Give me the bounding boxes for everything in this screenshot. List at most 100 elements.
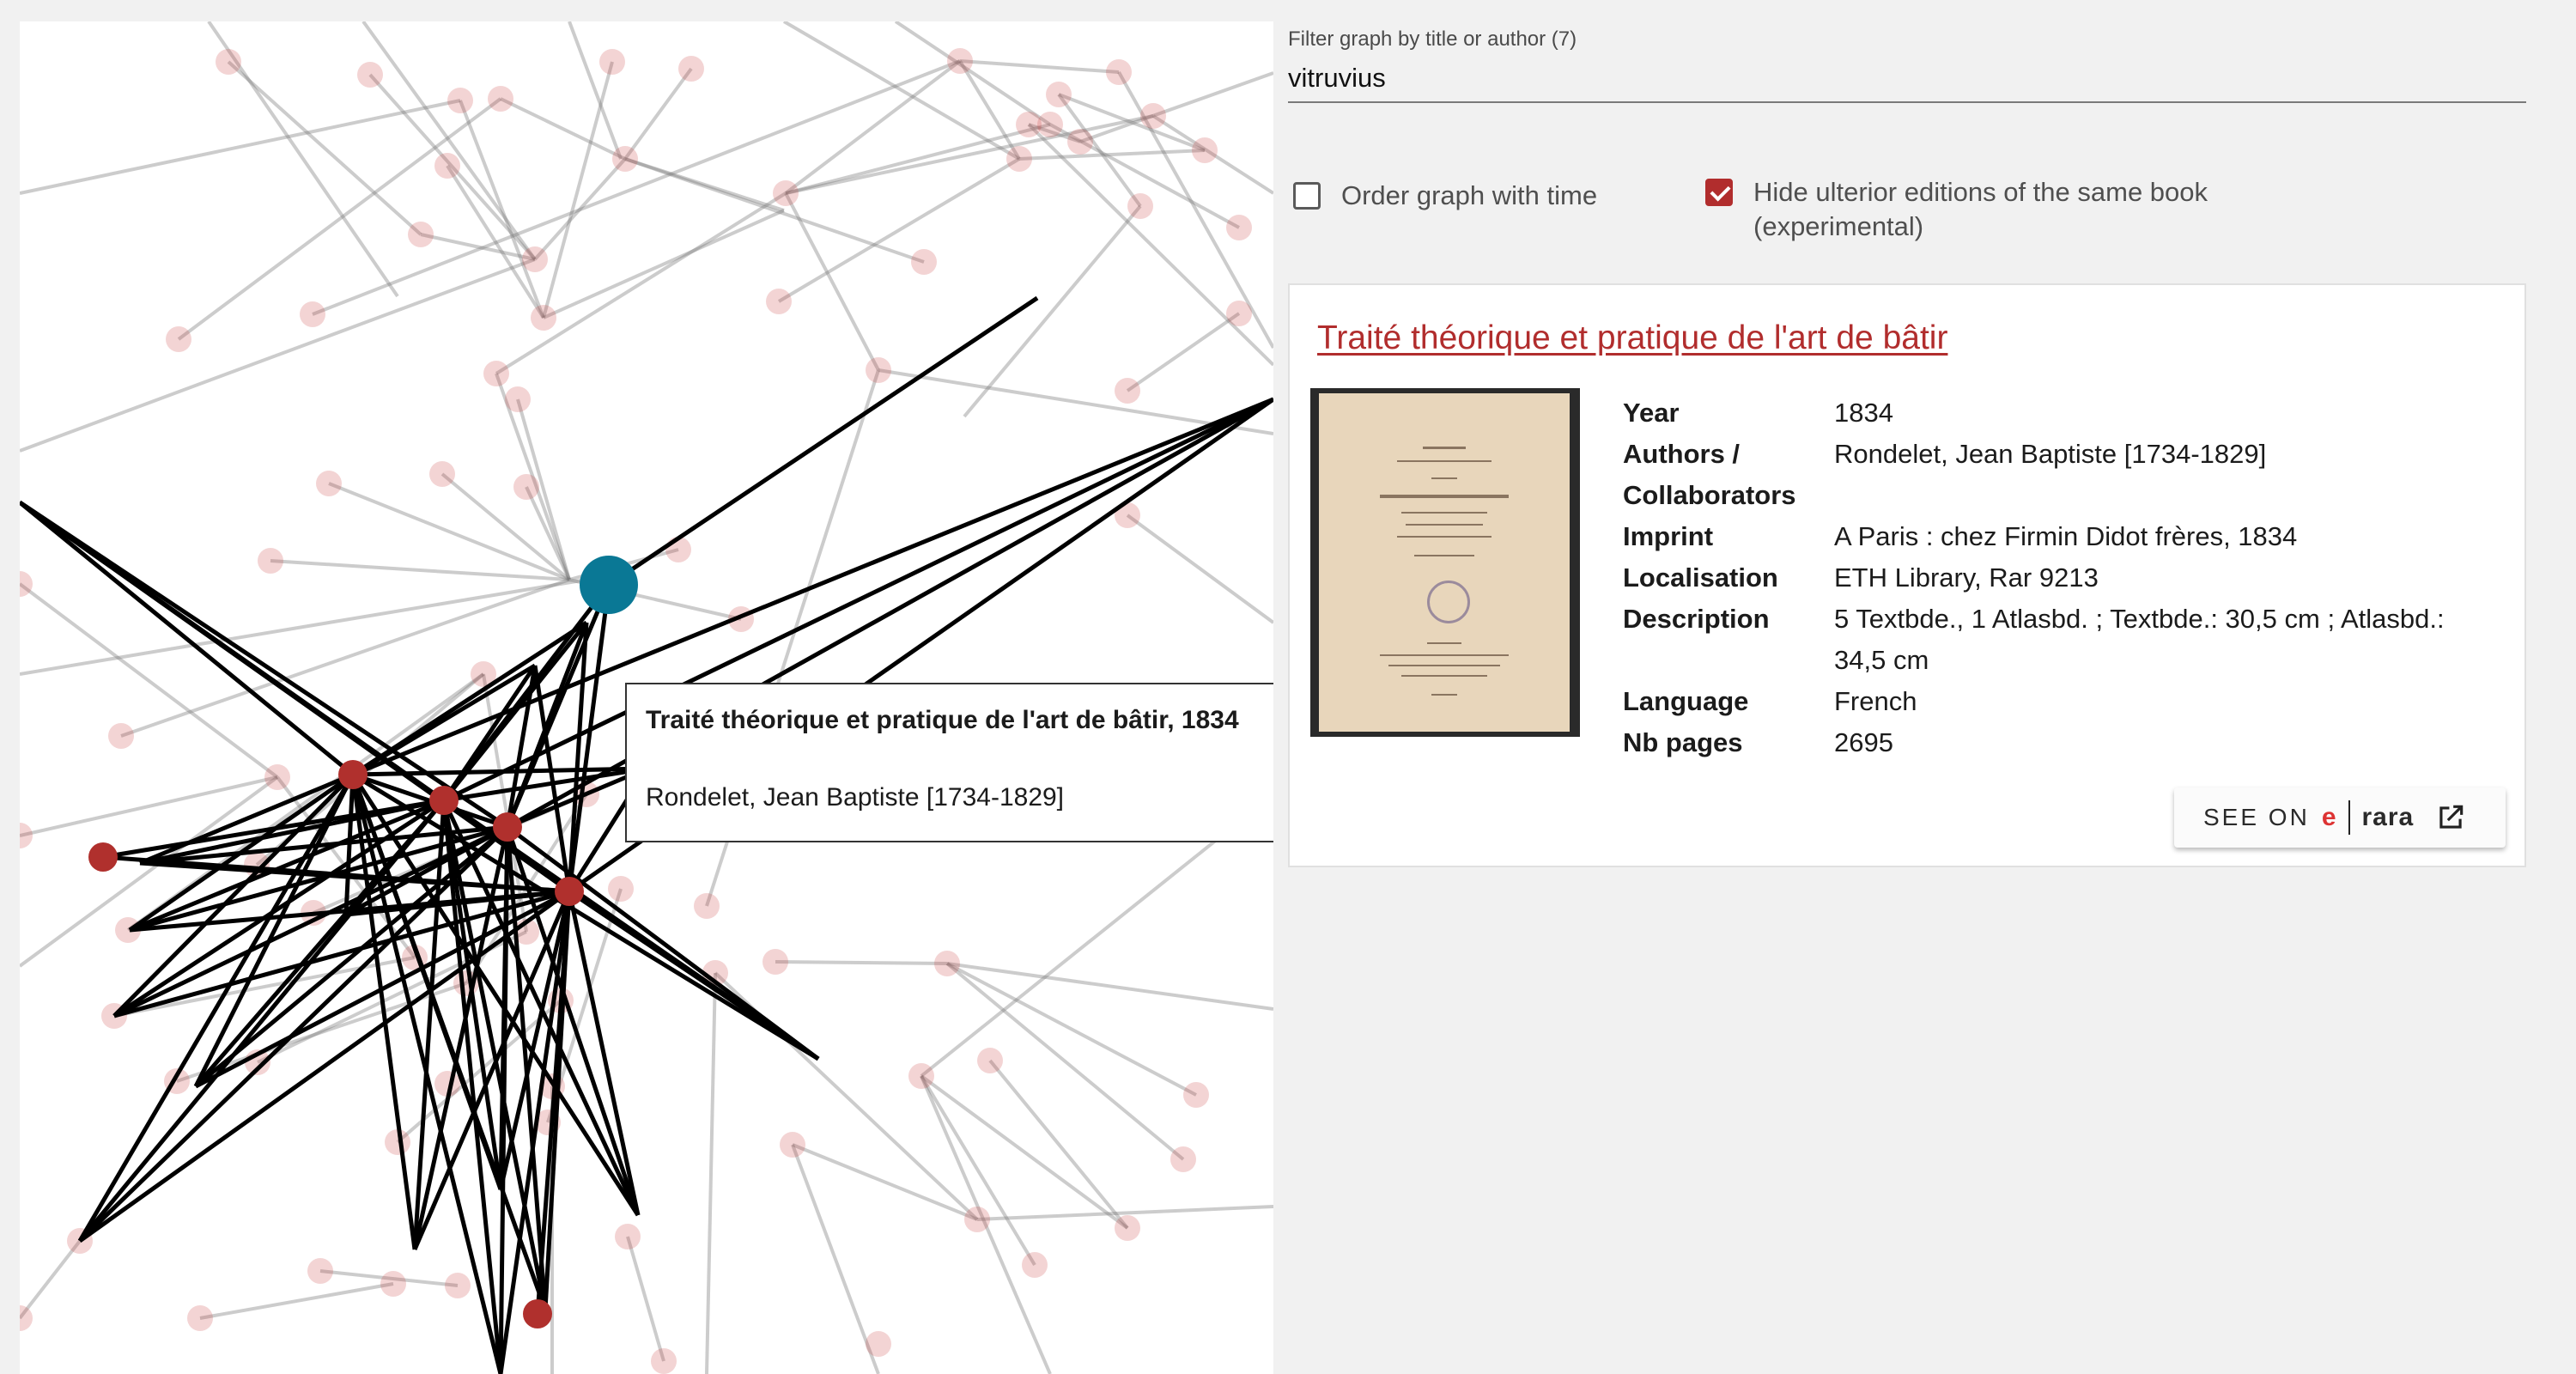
- graph-node[interactable]: [615, 1224, 641, 1249]
- meta-value: 2695: [1834, 727, 1893, 757]
- graph-node[interactable]: [947, 48, 973, 74]
- graph-node[interactable]: [258, 548, 283, 574]
- graph-node[interactable]: [934, 951, 960, 976]
- graph-node[interactable]: [1140, 103, 1166, 129]
- graph-node[interactable]: [300, 301, 325, 327]
- graph-node[interactable]: [166, 326, 191, 352]
- graph-edge: [227, 60, 422, 236]
- external-link-icon: [2439, 805, 2464, 829]
- meta-row-pages: Nb pages 2695: [1623, 722, 2490, 763]
- graph-node-highlighted[interactable]: [493, 812, 522, 842]
- order-time-option[interactable]: Order graph with time: [1293, 179, 1597, 213]
- citation-graph[interactable]: Traité théorique et pratique de l'art de…: [20, 21, 1273, 1374]
- graph-node[interactable]: [1170, 1146, 1196, 1172]
- meta-key: Imprint: [1623, 521, 1714, 551]
- graph-node[interactable]: [488, 86, 513, 112]
- graph-node-highlighted[interactable]: [338, 760, 368, 789]
- graph-node[interactable]: [866, 1331, 891, 1357]
- graph-edge: [791, 1144, 880, 1374]
- graph-node[interactable]: [357, 62, 383, 88]
- graph-node[interactable]: [505, 386, 531, 412]
- meta-value: Rondelet, Jean Baptiste [1734-1829]: [1834, 439, 2267, 469]
- see-on-erara-button[interactable]: SEE ON e rara: [2174, 787, 2506, 848]
- graph-node[interactable]: [694, 893, 720, 919]
- meta-row-year: Year 1834: [1623, 392, 2490, 434]
- graph-node[interactable]: [531, 305, 556, 331]
- graph-node[interactable]: [216, 49, 241, 75]
- graph-edge: [782, 21, 1021, 161]
- graph-node[interactable]: [316, 471, 342, 496]
- meta-key: Language: [1623, 686, 1749, 716]
- meta-row-authors: Authors / Collaborators Rondelet, Jean B…: [1623, 434, 2490, 516]
- filter-label: Filter graph by title or author (7): [1288, 27, 1577, 51]
- graph-node[interactable]: [599, 49, 625, 75]
- graph-node[interactable]: [1006, 146, 1032, 172]
- graph-node[interactable]: [380, 1271, 406, 1297]
- graph-node[interactable]: [264, 764, 290, 790]
- graph-node[interactable]: [434, 153, 460, 179]
- graph-node[interactable]: [1067, 129, 1093, 155]
- graph-edge: [959, 59, 1120, 74]
- filter-input[interactable]: [1288, 55, 2526, 103]
- graph-node[interactable]: [408, 222, 434, 247]
- graph-node[interactable]: [908, 1063, 934, 1089]
- meta-key: Nb pages: [1623, 727, 1743, 757]
- graph-node[interactable]: [1115, 1215, 1140, 1241]
- graph-node[interactable]: [1016, 112, 1042, 137]
- meta-value: A Paris : chez Firmin Didot frères, 1834: [1834, 521, 2298, 551]
- graph-node-highlighted[interactable]: [555, 877, 584, 906]
- graph-node[interactable]: [20, 823, 33, 848]
- hide-editions-checkbox[interactable]: [1705, 179, 1733, 206]
- graph-node[interactable]: [513, 474, 539, 500]
- graph-node[interactable]: [447, 88, 473, 113]
- graph-node[interactable]: [1106, 59, 1132, 85]
- graph-node[interactable]: [1115, 378, 1140, 404]
- graph-node[interactable]: [1192, 137, 1218, 163]
- hide-editions-option[interactable]: Hide ulterior editions of the same book …: [1705, 175, 2238, 244]
- graph-edge: [506, 824, 820, 1061]
- graph-node-highlighted[interactable]: [429, 786, 459, 815]
- graph-node[interactable]: [773, 180, 799, 206]
- graph-node-highlighted[interactable]: [88, 842, 118, 872]
- graph-node[interactable]: [780, 1132, 805, 1158]
- graph-node[interactable]: [1226, 301, 1252, 326]
- graph-node[interactable]: [911, 249, 937, 275]
- graph-edge: [1126, 312, 1241, 392]
- graph-node[interactable]: [977, 1048, 1003, 1073]
- graph-node[interactable]: [651, 1348, 677, 1374]
- graph-node-selected[interactable]: [580, 556, 638, 614]
- graph-node[interactable]: [678, 56, 704, 82]
- graph-edge: [920, 1074, 1129, 1230]
- graph-edge: [351, 620, 588, 777]
- graph-edge: [542, 61, 614, 319]
- graph-node[interactable]: [187, 1305, 213, 1331]
- graph-edge: [1027, 123, 1273, 367]
- graph-node[interactable]: [766, 289, 792, 314]
- graph-node[interactable]: [1022, 1252, 1048, 1278]
- graph-node[interactable]: [608, 876, 634, 902]
- graph-node[interactable]: [20, 1305, 33, 1331]
- graph-edge: [894, 21, 1052, 126]
- graph-edge: [361, 21, 537, 261]
- graph-node[interactable]: [964, 1207, 990, 1232]
- graph-node[interactable]: [762, 949, 788, 975]
- book-title-link[interactable]: Traité théorique et pratique de l'art de…: [1317, 319, 1947, 357]
- graph-node[interactable]: [429, 461, 455, 487]
- graph-node[interactable]: [866, 357, 891, 383]
- graph-node[interactable]: [1183, 1082, 1209, 1108]
- erara-logo-e: e: [2321, 803, 2336, 831]
- graph-node[interactable]: [445, 1273, 471, 1298]
- graph-node[interactable]: [108, 723, 134, 749]
- graph-node[interactable]: [1046, 82, 1072, 107]
- graph-node[interactable]: [307, 1258, 333, 1284]
- graph-node-highlighted[interactable]: [523, 1299, 552, 1328]
- graph-node[interactable]: [1127, 193, 1153, 219]
- meta-key: Year: [1623, 398, 1680, 428]
- book-cover-page: [1319, 393, 1570, 732]
- graph-edge: [199, 1282, 394, 1320]
- graph-node[interactable]: [612, 146, 638, 172]
- graph-node[interactable]: [1226, 215, 1252, 240]
- graph-node[interactable]: [522, 246, 548, 272]
- graph-node[interactable]: [483, 361, 509, 386]
- order-time-checkbox[interactable]: [1293, 182, 1321, 210]
